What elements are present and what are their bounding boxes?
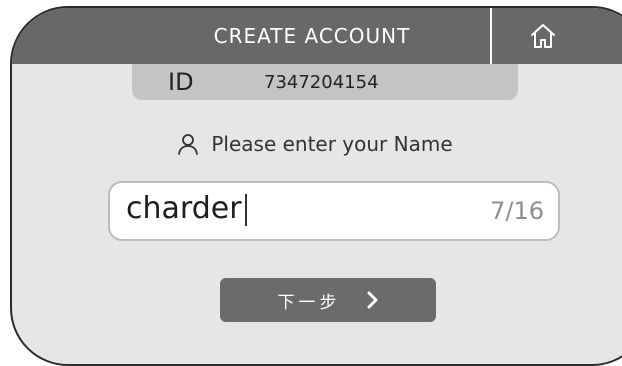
device-screen: CREATE ACCOUNT ID 7347204154 Please ente… — [10, 6, 622, 366]
prompt-text: Please enter your Name — [211, 132, 453, 156]
name-input-value: charder — [126, 191, 247, 226]
chevron-right-icon — [367, 291, 377, 309]
home-button[interactable] — [492, 8, 622, 64]
text-caret — [244, 193, 247, 226]
header-bar: CREATE ACCOUNT — [12, 8, 622, 64]
next-button[interactable]: 下一步 — [220, 278, 436, 322]
name-prompt: Please enter your Name — [12, 132, 622, 156]
name-text: charder — [126, 191, 242, 226]
id-value: 7347204154 — [264, 72, 379, 93]
page-title: CREATE ACCOUNT — [213, 24, 411, 48]
account-id-bar: ID 7347204154 — [132, 64, 518, 100]
home-icon — [531, 24, 555, 48]
name-input[interactable]: charder 7/16 — [108, 181, 560, 241]
user-icon — [178, 134, 199, 155]
next-button-label: 下一步 — [277, 292, 341, 313]
id-label: ID — [168, 68, 194, 96]
character-count: 7/16 — [490, 197, 544, 225]
